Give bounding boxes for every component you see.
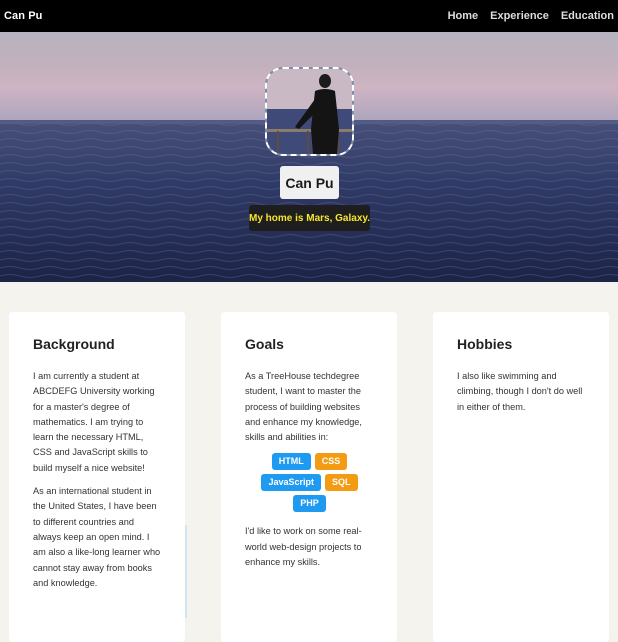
skill-tags: HTML CSS JavaScript SQL PHP <box>245 453 374 513</box>
tag-sql: SQL <box>325 474 358 492</box>
card-divider <box>185 525 187 618</box>
hobbies-paragraph-1: I also like swimming and climbing, thoug… <box>457 371 583 412</box>
main-nav: Home Experience Education <box>436 10 614 22</box>
background-paragraph-2: As an international student in the Unite… <box>33 486 161 588</box>
nav-home-link[interactable]: Home <box>448 10 479 22</box>
goals-paragraph-1: As a TreeHouse techdegree student, I wan… <box>245 371 362 443</box>
tag-php: PHP <box>293 495 326 513</box>
hero-banner: Can Pu My home is Mars, Galaxy. <box>0 32 618 282</box>
goals-card: Goals As a TreeHouse techdegree student,… <box>221 312 397 642</box>
brand-logo[interactable]: Can Pu <box>4 10 43 22</box>
profile-avatar <box>265 67 354 156</box>
nav-education-link[interactable]: Education <box>561 10 614 22</box>
profile-tagline: My home is Mars, Galaxy. <box>249 205 370 231</box>
nav-experience-link[interactable]: Experience <box>490 10 549 22</box>
hobbies-title: Hobbies <box>457 336 513 352</box>
hobbies-card: Hobbies I also like swimming and climbin… <box>433 312 609 642</box>
goals-paragraph-2: I'd like to work on some real-world web-… <box>245 526 362 568</box>
goals-title: Goals <box>245 336 284 352</box>
tag-html: HTML <box>271 453 311 471</box>
top-navbar: Can Pu Home Experience Education <box>0 0 618 32</box>
background-title: Background <box>33 336 115 352</box>
tag-javascript: JavaScript <box>261 474 321 492</box>
tag-css: CSS <box>314 453 348 471</box>
background-card: Background I am currently a student at A… <box>9 312 185 642</box>
profile-name: Can Pu <box>280 166 339 199</box>
background-paragraph-1: I am currently a student at ABCDEFG Univ… <box>33 371 155 473</box>
